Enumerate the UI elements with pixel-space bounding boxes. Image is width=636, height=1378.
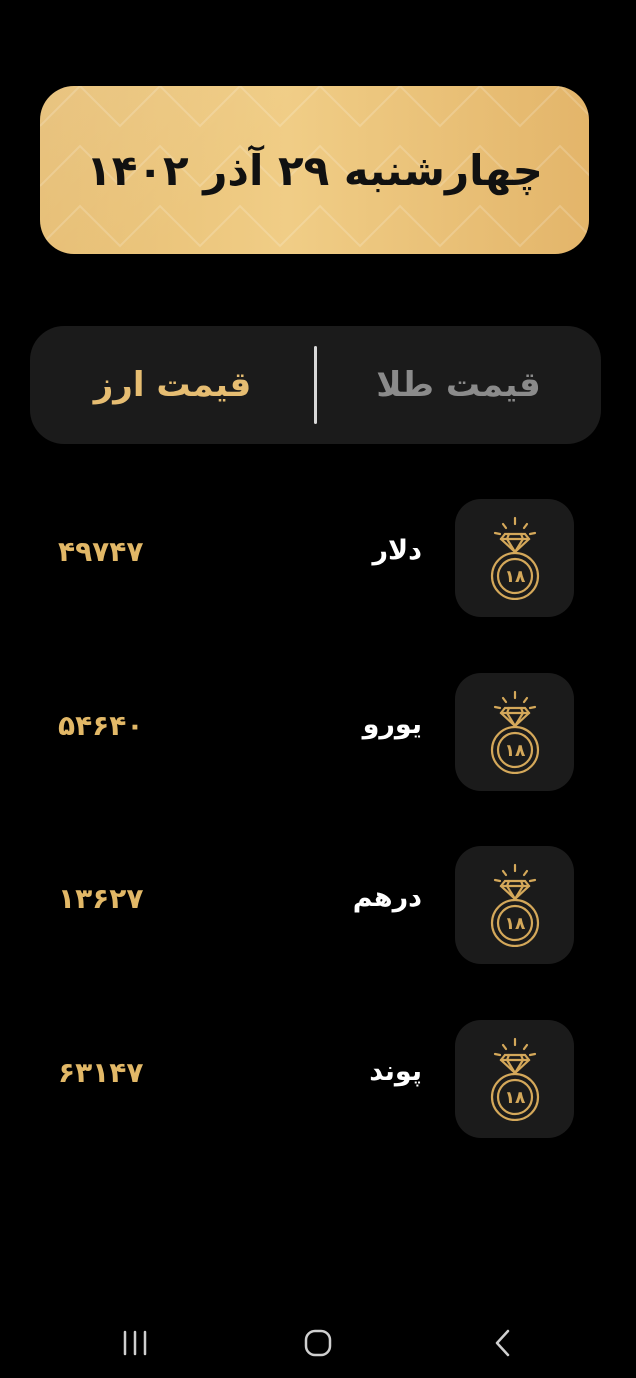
currency-price: ۱۳۶۲۷ — [58, 882, 144, 915]
ring-badge-label: ۱۸ — [504, 914, 525, 934]
ring-badge-label: ۱۸ — [504, 567, 525, 587]
gold-ring-18k-icon: ۱۸ — [455, 673, 574, 791]
tab-currency-price[interactable]: قیمت ارز — [30, 326, 315, 444]
gold-ring-18k-icon: ۱۸ — [455, 499, 574, 617]
list-item[interactable]: ۱۸ پوند ۶۳۱۴۷ — [0, 1020, 636, 1140]
gold-ring-18k-icon: ۱۸ — [455, 1020, 574, 1138]
currency-name: دلار — [372, 535, 422, 566]
list-item[interactable]: ۱۸ دلار ۴۹۷۴۷ — [0, 499, 636, 619]
ring-badge-label: ۱۸ — [504, 741, 525, 761]
currency-price: ۶۳۱۴۷ — [58, 1056, 144, 1089]
system-navbar — [0, 1308, 636, 1378]
tab-gold-price[interactable]: قیمت طلا — [316, 326, 601, 444]
currency-name: پوند — [369, 1056, 422, 1087]
recents-icon — [123, 1330, 147, 1356]
ring-badge-label: ۱۸ — [504, 1088, 525, 1108]
recents-button[interactable] — [100, 1308, 170, 1378]
date-banner: چهارشنبه ۲۹ آذر ۱۴۰۲ — [40, 86, 589, 254]
currency-price: ۵۴۶۴۰ — [58, 709, 144, 742]
home-icon — [304, 1329, 332, 1357]
home-button[interactable] — [283, 1308, 353, 1378]
currency-name: یورو — [362, 709, 422, 740]
back-icon — [495, 1329, 510, 1357]
gold-ring-18k-icon: ۱۸ — [455, 846, 574, 964]
list-item[interactable]: ۱۸ یورو ۵۴۶۴۰ — [0, 673, 636, 793]
price-tabs: قیمت طلا قیمت ارز — [30, 326, 601, 444]
currency-price: ۴۹۷۴۷ — [58, 535, 144, 568]
date-title: چهارشنبه ۲۹ آذر ۱۴۰۲ — [86, 145, 543, 195]
list-item[interactable]: ۱۸ درهم ۱۳۶۲۷ — [0, 846, 636, 966]
currency-name: درهم — [352, 882, 422, 913]
back-button[interactable] — [468, 1308, 538, 1378]
